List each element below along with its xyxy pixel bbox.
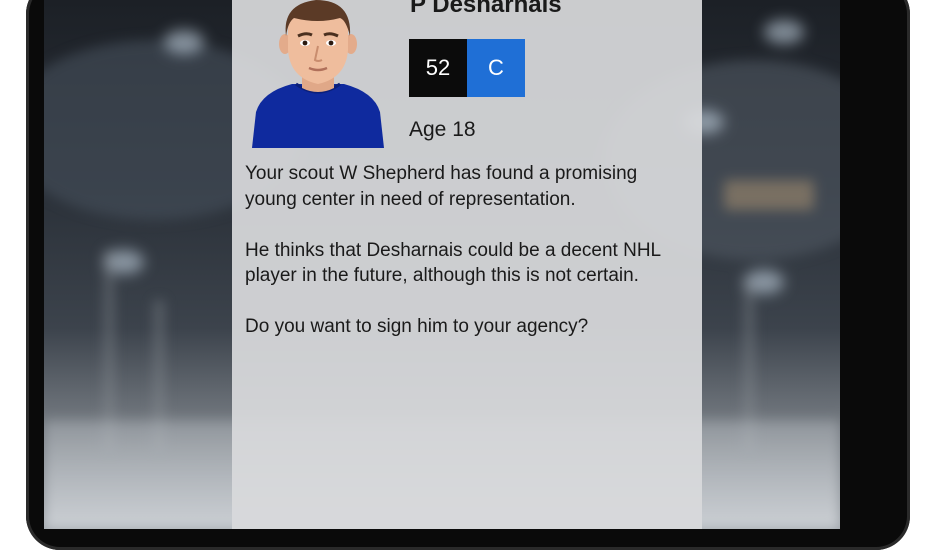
sign-question: Do you want to sign him to your agency? [245,316,589,337]
player-position-badge: C [467,39,525,97]
player-avatar-icon [252,0,384,148]
player-position-value: C [488,55,504,80]
player-name: P Desharnais [410,0,562,18]
scout-report-text: Your scout W Shepherd has found a promis… [245,161,690,340]
player-rating-badge: 52 [409,39,467,97]
player-age: Age 18 [409,118,476,141]
player-rating-value: 52 [425,55,451,80]
scout-report-paragraph-1: Your scout W Shepherd has found a promis… [245,163,638,210]
scout-report-paragraph-2: He thinks that Desharnais could be a dec… [245,239,661,287]
